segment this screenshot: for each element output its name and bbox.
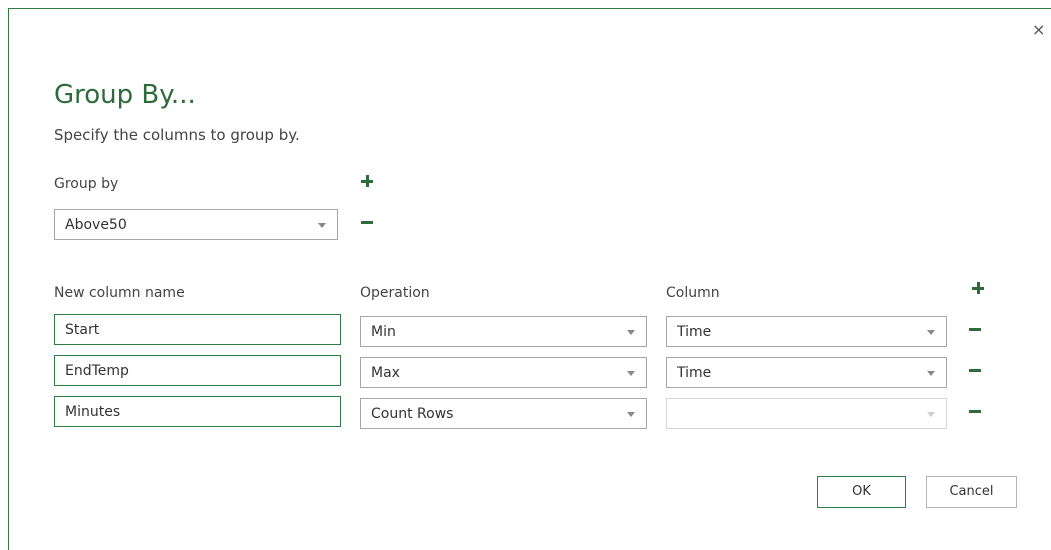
operation-header: Operation: [360, 285, 430, 301]
dialog-title: Group By...: [54, 80, 196, 110]
operation-select[interactable]: Count Rows: [360, 398, 647, 429]
new-column-name-input[interactable]: Minutes: [54, 396, 341, 427]
add-group-by-plus-icon[interactable]: [361, 175, 375, 189]
remove-row-minus-icon[interactable]: [969, 405, 983, 419]
column-select[interactable]: Time: [666, 316, 947, 347]
column-header: Column: [666, 285, 720, 301]
chevron-down-icon: [927, 330, 935, 335]
remove-row-minus-icon[interactable]: [969, 364, 983, 378]
column-select[interactable]: [666, 398, 947, 429]
add-aggregation-plus-icon[interactable]: [972, 282, 986, 296]
operation-select[interactable]: Min: [360, 316, 647, 347]
operation-selected-value: Max: [371, 365, 400, 381]
cancel-button[interactable]: Cancel: [926, 476, 1017, 508]
dialog-subtitle: Specify the columns to group by.: [54, 126, 300, 144]
chevron-down-icon: [927, 371, 935, 376]
column-select[interactable]: Time: [666, 357, 947, 388]
new-column-name-value: Minutes: [65, 404, 121, 420]
chevron-down-icon: [927, 412, 935, 417]
new-column-name-input[interactable]: EndTemp: [54, 355, 341, 386]
chevron-down-icon: [318, 223, 326, 228]
operation-selected-value: Min: [371, 324, 396, 340]
remove-row-minus-icon[interactable]: [969, 323, 983, 337]
column-selected-value: Time: [677, 365, 712, 381]
group-by-label: Group by: [54, 176, 119, 192]
chevron-down-icon: [627, 371, 635, 376]
operation-select[interactable]: Max: [360, 357, 647, 388]
ok-button[interactable]: OK: [817, 476, 906, 508]
new-column-name-input[interactable]: Start: [54, 314, 341, 345]
new-column-name-header: New column name: [54, 285, 185, 301]
chevron-down-icon: [627, 330, 635, 335]
group-by-selected-value: Above50: [65, 217, 127, 233]
new-column-name-value: Start: [65, 322, 100, 338]
group-by-select[interactable]: Above50: [54, 209, 338, 240]
operation-selected-value: Count Rows: [371, 406, 454, 422]
new-column-name-value: EndTemp: [65, 363, 129, 379]
remove-group-by-minus-icon[interactable]: [361, 216, 375, 230]
close-icon[interactable]: ×: [1032, 22, 1045, 38]
column-selected-value: Time: [677, 324, 712, 340]
chevron-down-icon: [627, 412, 635, 417]
